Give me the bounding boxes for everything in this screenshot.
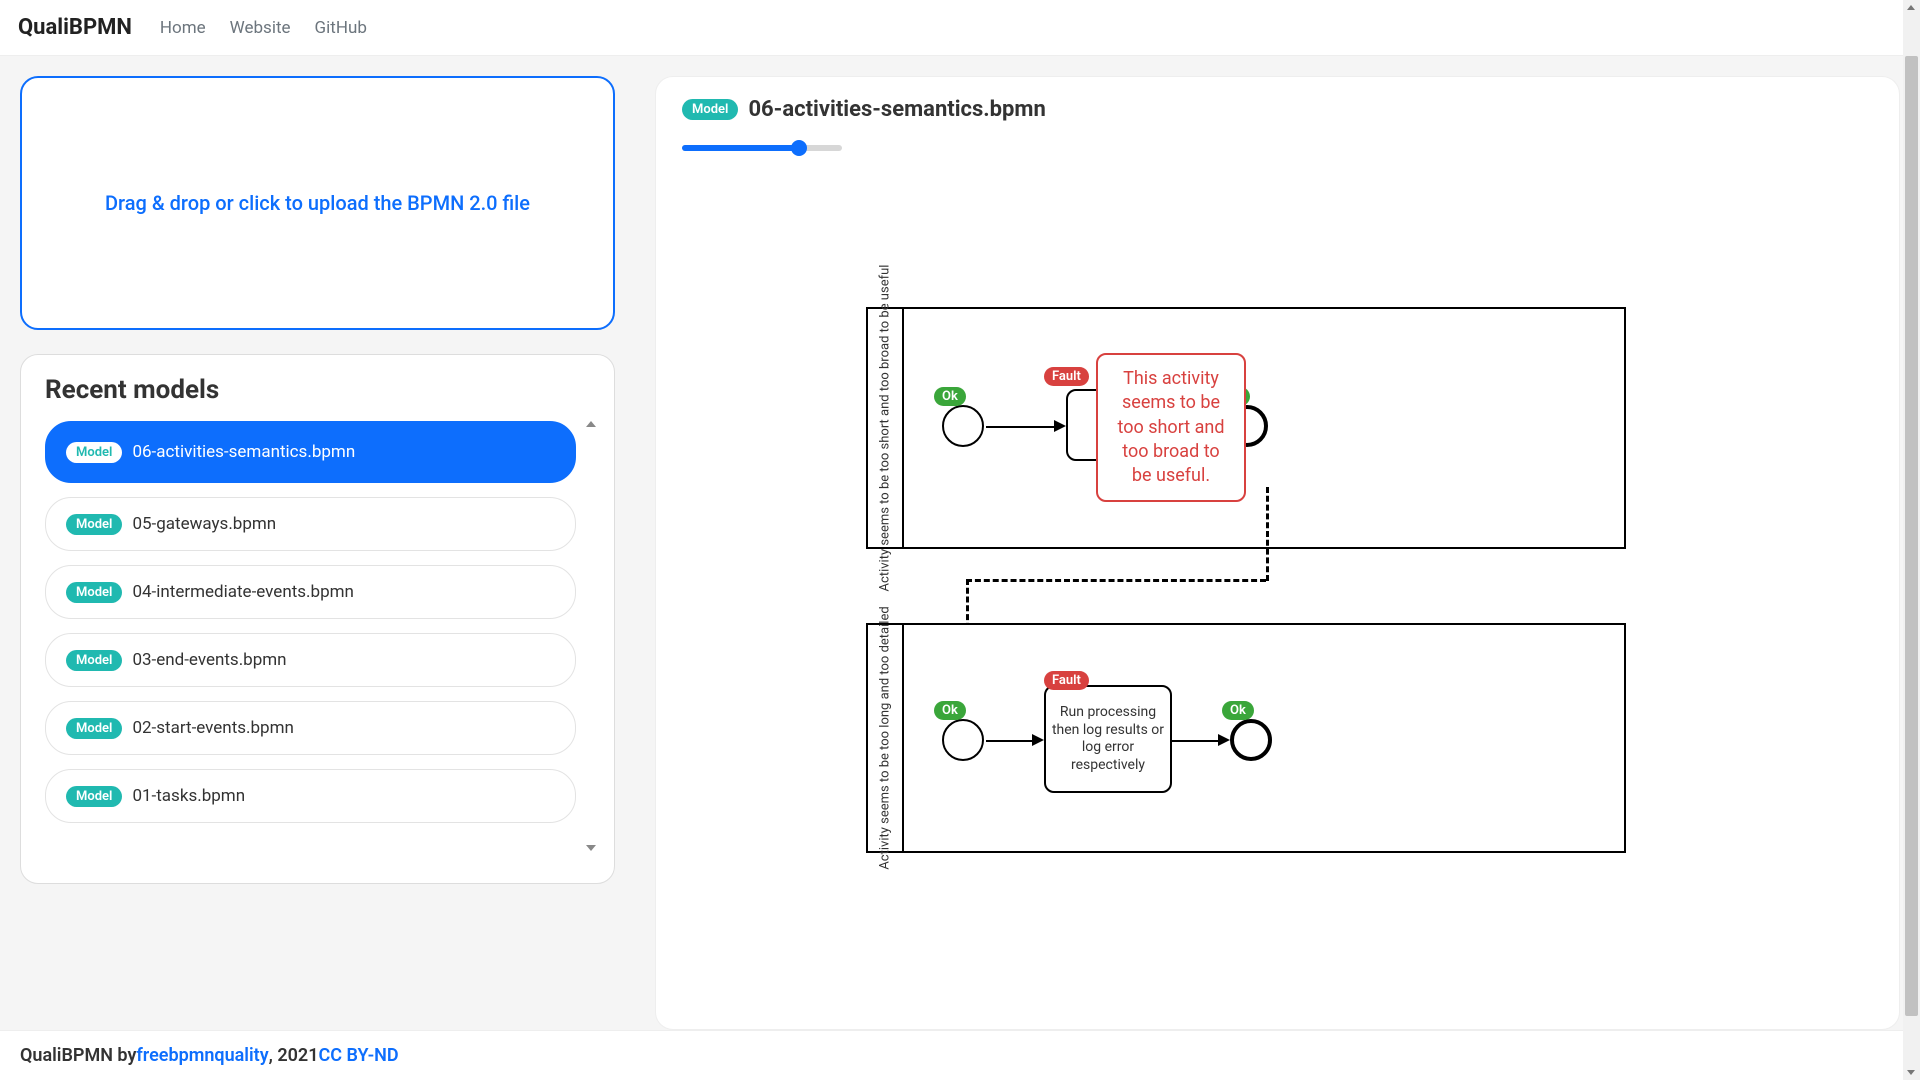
arrow-head-1a <box>1054 420 1066 432</box>
sequence-flow-2b <box>1172 740 1220 742</box>
footer: QualiBPMN by freebpmnquality , 2021 CC B… <box>0 1030 1920 1080</box>
brand[interactable]: QualiBPMN <box>18 15 132 40</box>
model-item-5[interactable]: Model 01-tasks.bpmn <box>45 769 576 823</box>
navbar: QualiBPMN Home Website GitHub <box>0 0 1920 56</box>
model-item-1[interactable]: Model 05-gateways.bpmn <box>45 497 576 551</box>
ok-badge-start-2: Ok <box>934 701 966 720</box>
zoom-slider[interactable] <box>682 140 842 156</box>
start-event-1[interactable] <box>942 405 984 447</box>
upload-dropzone[interactable]: Drag & drop or click to upload the BPMN … <box>20 76 615 330</box>
message-flow-vert-top <box>1266 487 1269 581</box>
left-column: Drag & drop or click to upload the BPMN … <box>20 76 615 1030</box>
model-name: 01-tasks.bpmn <box>132 786 245 806</box>
scroll-down-icon[interactable] <box>586 845 596 851</box>
ok-badge-end-2: Ok <box>1222 701 1254 720</box>
viewer-header: Model 06-activities-semantics.bpmn <box>682 97 1873 122</box>
viewer-title: 06-activities-semantics.bpmn <box>748 97 1045 122</box>
main-content: Drag & drop or click to upload the BPMN … <box>0 56 1920 1030</box>
page-scrollbar[interactable] <box>1903 0 1920 1080</box>
footer-license-link[interactable]: CC BY-ND <box>318 1045 398 1066</box>
model-badge: Model <box>66 442 122 463</box>
sequence-flow-1a <box>986 426 1056 428</box>
ok-badge-start-1: Ok <box>934 387 966 406</box>
recent-scrollbar[interactable] <box>582 421 600 851</box>
model-item-2[interactable]: Model 04-intermediate-events.bpmn <box>45 565 576 619</box>
footer-author-link[interactable]: freebpmnquality <box>136 1045 268 1066</box>
model-name: 04-intermediate-events.bpmn <box>132 582 353 602</box>
pool-1: Activity seems to be too short and too b… <box>866 307 1626 549</box>
model-item-3[interactable]: Model 03-end-events.bpmn <box>45 633 576 687</box>
bpmn-diagram[interactable]: Activity seems to be too short and too b… <box>866 307 1626 853</box>
sequence-flow-2a <box>986 740 1034 742</box>
slider-thumb[interactable] <box>791 140 807 156</box>
task-2[interactable]: Run processing then log results or log e… <box>1044 685 1172 793</box>
model-name: 05-gateways.bpmn <box>132 514 276 534</box>
lane-1-label: Activity seems to be too short and too b… <box>868 309 904 547</box>
model-badge: Model <box>66 786 122 807</box>
scrollbar-up-icon[interactable] <box>1907 5 1915 10</box>
recent-models-list: Model 06-activities-semantics.bpmn Model… <box>45 421 576 851</box>
model-item-0[interactable]: Model 06-activities-semantics.bpmn <box>45 421 576 483</box>
footer-prefix: QualiBPMN by <box>20 1045 136 1066</box>
scroll-up-icon[interactable] <box>586 421 596 427</box>
model-name: 03-end-events.bpmn <box>132 650 286 670</box>
nav-home[interactable]: Home <box>160 18 206 38</box>
fault-badge-2: Fault <box>1044 671 1089 690</box>
arrow-head-2a <box>1032 734 1044 746</box>
model-badge: Model <box>66 718 122 739</box>
message-flow-horiz <box>966 579 1266 582</box>
fault-badge-1: Fault <box>1044 367 1089 386</box>
start-event-2[interactable] <box>942 719 984 761</box>
viewer-badge: Model <box>682 99 738 120</box>
model-badge: Model <box>66 582 122 603</box>
lane-2-body: Ok Run processing then log results or lo… <box>904 625 1624 851</box>
lane-2-label: Activity seems to be too long and too de… <box>868 625 904 851</box>
footer-mid: , 2021 <box>269 1045 319 1066</box>
scrollbar-thumb[interactable] <box>1905 56 1918 1016</box>
model-badge: Model <box>66 514 122 535</box>
recent-models-panel: Recent models Model 06-activities-semant… <box>20 354 615 884</box>
nav-github[interactable]: GitHub <box>315 18 367 38</box>
diagram-viewer: Model 06-activities-semantics.bpmn Activ… <box>655 76 1900 1030</box>
fault-tooltip: This activity seems to be too short and … <box>1096 353 1246 502</box>
scrollbar-down-icon[interactable] <box>1907 1070 1915 1075</box>
nav-website[interactable]: Website <box>230 18 291 38</box>
upload-prompt: Drag & drop or click to upload the BPMN … <box>105 191 530 215</box>
model-badge: Model <box>66 650 122 671</box>
model-name: 02-start-events.bpmn <box>132 718 293 738</box>
lane-1-body: Ok Fault This activity seems to be too s… <box>904 309 1624 547</box>
end-event-2[interactable] <box>1230 719 1272 761</box>
recent-title: Recent models <box>45 375 600 405</box>
model-item-4[interactable]: Model 02-start-events.bpmn <box>45 701 576 755</box>
slider-fill <box>682 145 799 151</box>
arrow-head-2b <box>1218 734 1230 746</box>
model-name: 06-activities-semantics.bpmn <box>132 442 355 462</box>
pool-2: Activity seems to be too long and too de… <box>866 623 1626 853</box>
